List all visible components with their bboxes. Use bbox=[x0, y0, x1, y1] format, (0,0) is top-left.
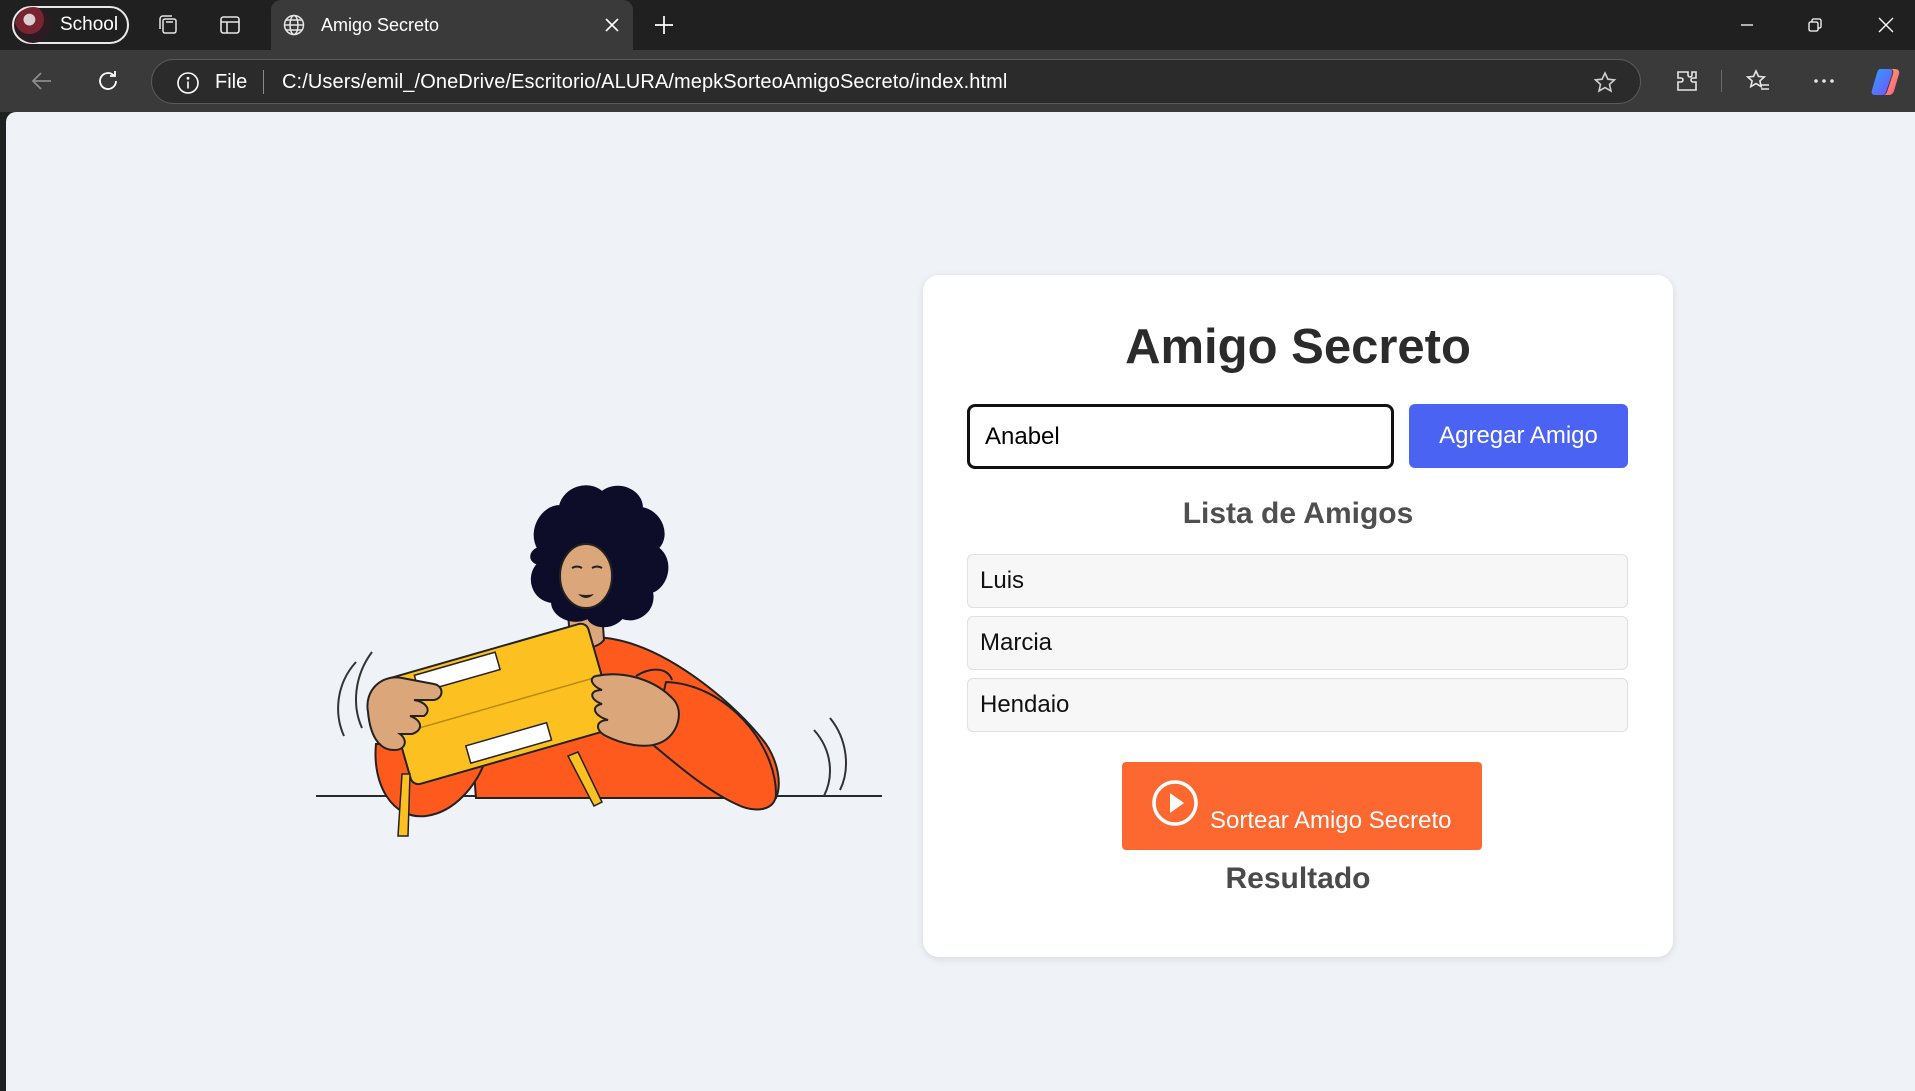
refresh-icon[interactable] bbox=[91, 64, 125, 98]
draw-secret-friend-button[interactable]: Sortear Amigo Secreto bbox=[1122, 762, 1482, 850]
add-friend-button[interactable]: Agregar Amigo bbox=[1409, 404, 1628, 468]
draw-button-label: Sortear Amigo Secreto bbox=[1210, 807, 1452, 834]
friend-list: Luis Marcia Hendaio bbox=[967, 554, 1628, 740]
friend-list-item: Luis bbox=[967, 554, 1628, 608]
address-separator bbox=[263, 70, 264, 94]
address-scheme: File bbox=[215, 71, 248, 93]
browser-toolbar: File C:/Users/emil_/OneDrive/Escritorio/… bbox=[0, 50, 1915, 112]
address-url[interactable]: C:/Users/emil_/OneDrive/Escritorio/ALURA… bbox=[282, 71, 1007, 94]
info-icon[interactable] bbox=[176, 71, 200, 100]
profile-avatar bbox=[15, 7, 51, 43]
more-options-icon[interactable] bbox=[1807, 64, 1841, 98]
profile-label: School bbox=[60, 14, 119, 35]
workspaces-icon[interactable] bbox=[152, 9, 184, 41]
restore-icon[interactable] bbox=[1795, 5, 1835, 45]
gift-illustration bbox=[306, 444, 886, 844]
friend-list-item: Marcia bbox=[967, 616, 1628, 670]
favorite-star-icon[interactable] bbox=[1592, 70, 1618, 101]
profile-button[interactable]: School bbox=[12, 6, 129, 44]
play-icon bbox=[1150, 778, 1200, 835]
extensions-icon[interactable] bbox=[1670, 64, 1704, 98]
page-title: Amigo Secreto bbox=[1125, 320, 1471, 374]
minimize-icon[interactable] bbox=[1727, 5, 1767, 45]
back-icon[interactable] bbox=[25, 64, 59, 98]
address-bar[interactable]: File C:/Users/emil_/OneDrive/Escritorio/… bbox=[151, 59, 1641, 104]
favorites-icon[interactable] bbox=[1741, 64, 1775, 98]
tab-title: Amigo Secreto bbox=[321, 15, 440, 35]
copilot-icon[interactable] bbox=[1869, 64, 1903, 98]
friend-list-heading: Lista de Amigos bbox=[1182, 497, 1414, 530]
globe-icon bbox=[282, 13, 306, 42]
close-tab-icon[interactable] bbox=[599, 12, 625, 38]
friend-list-item: Hendaio bbox=[967, 678, 1628, 732]
result-heading: Resultado bbox=[1225, 862, 1371, 895]
toolbar-separator bbox=[1721, 70, 1722, 92]
friend-name-input[interactable] bbox=[967, 404, 1394, 469]
secret-friend-card: Amigo Secreto Agregar Amigo Lista de Ami… bbox=[923, 275, 1673, 957]
vertical-tabs-icon[interactable] bbox=[214, 9, 246, 41]
tab-strip: School Amigo Secreto bbox=[0, 0, 1915, 50]
close-window-icon[interactable] bbox=[1866, 5, 1906, 45]
new-tab-icon[interactable] bbox=[648, 9, 680, 41]
page-viewport: Amigo Secreto Agregar Amigo Lista de Ami… bbox=[6, 112, 1915, 1091]
tab-amigo-secreto[interactable]: Amigo Secreto bbox=[271, 0, 633, 50]
